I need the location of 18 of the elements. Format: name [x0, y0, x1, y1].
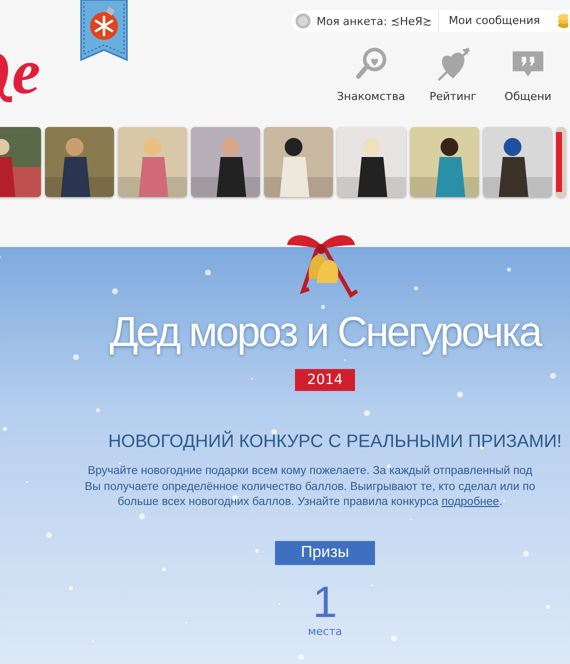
place-label: места [308, 624, 342, 638]
nav-item[interactable]: Знакомства [336, 46, 406, 103]
messages-link[interactable]: Мои сообщения [438, 10, 550, 32]
nav-item[interactable]: Общени [500, 46, 556, 103]
logo[interactable]: e [12, 40, 40, 104]
place-number: 1 [312, 580, 338, 625]
profile-link[interactable]: Моя анкета: ≾НеЯ≿ [316, 14, 432, 28]
nav-item[interactable]: Рейтинг [418, 46, 488, 103]
vip-badge-icon [294, 13, 311, 29]
details-link[interactable]: подробнее [442, 496, 500, 508]
year-ribbon: 2014 [295, 369, 355, 392]
intro-text: Вручайте новогодние подарки всем кому пожелаете. За каждый отправленный под Вы получаете определённое количество баллов. Выигрывают те, кто сделал или по больше всех новогодних баллов. Узнайте правила конкурса подробнее. [84, 464, 536, 510]
ornament-ribbon-icon[interactable] [80, 0, 128, 62]
heart-arrow-icon [435, 46, 471, 82]
magnifier-heart-icon [353, 46, 389, 82]
contest-title: Дед мороз и Снегурочка [110, 307, 540, 357]
prizes-ribbon: Призы [274, 540, 376, 565]
contest-heading: НОВОГОДНИЙ КОНКУРС С РЕАЛЬНЫМИ ПРИЗАМИ! [108, 431, 562, 452]
